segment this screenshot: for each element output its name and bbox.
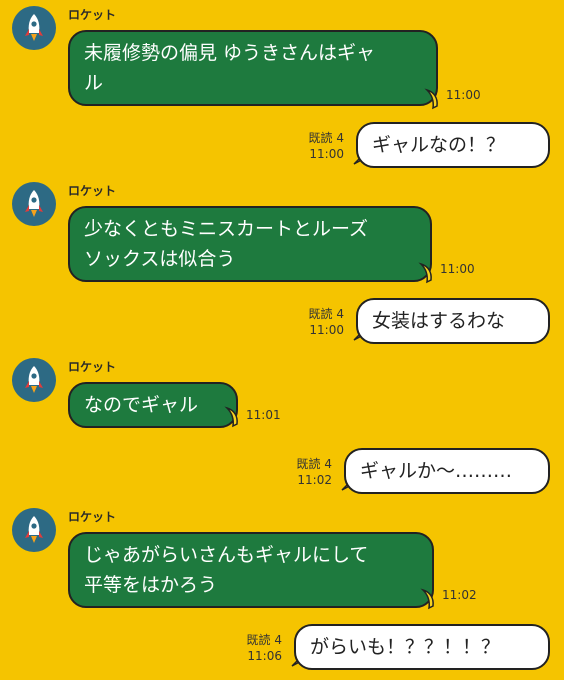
avatar[interactable]	[12, 6, 56, 50]
rocket-icon	[25, 190, 43, 217]
message-bubble[interactable]: じゃあがらいさんもギャルにして 平等をはかろう	[68, 532, 434, 608]
message-time: 11:00	[440, 262, 475, 276]
sender-name: ロケット	[68, 360, 117, 374]
banana-icon	[420, 588, 434, 610]
rocket-icon	[25, 14, 43, 41]
message-time: 11:00	[446, 88, 481, 102]
message-time: 11:06	[247, 649, 282, 663]
sender-name: ロケット	[68, 8, 117, 22]
rocket-icon	[25, 366, 43, 393]
message-time: 11:01	[246, 408, 281, 422]
banana-icon	[418, 262, 432, 284]
avatar[interactable]	[12, 508, 56, 552]
sender-name: ロケット	[68, 184, 117, 198]
banana-icon	[424, 88, 438, 110]
message-bubble[interactable]: ギャルなの！？	[356, 122, 550, 168]
read-receipt: 既読 4	[296, 457, 332, 471]
message-bubble[interactable]: がらいも！？？！！？	[294, 624, 550, 670]
banana-icon	[224, 406, 238, 428]
rocket-icon	[25, 516, 43, 543]
read-receipt: 既読 4	[308, 131, 344, 145]
message-bubble[interactable]: 未履修勢の偏見 ゆうきさんはギャ ル	[68, 30, 438, 106]
avatar[interactable]	[12, 358, 56, 402]
message-time: 11:00	[309, 323, 344, 337]
message-bubble[interactable]: 少なくともミニスカートとルーズ ソックスは似合う	[68, 206, 432, 282]
read-receipt: 既読 4	[246, 633, 282, 647]
message-bubble[interactable]: ギャルか〜………	[344, 448, 550, 494]
message-bubble[interactable]: なのでギャル	[68, 382, 238, 428]
sender-name: ロケット	[68, 510, 117, 524]
read-receipt: 既読 4	[308, 307, 344, 321]
message-bubble[interactable]: 女装はするわな	[356, 298, 550, 344]
message-time: 11:00	[309, 147, 344, 161]
message-time: 11:02	[442, 588, 477, 602]
avatar[interactable]	[12, 182, 56, 226]
message-time: 11:02	[297, 473, 332, 487]
